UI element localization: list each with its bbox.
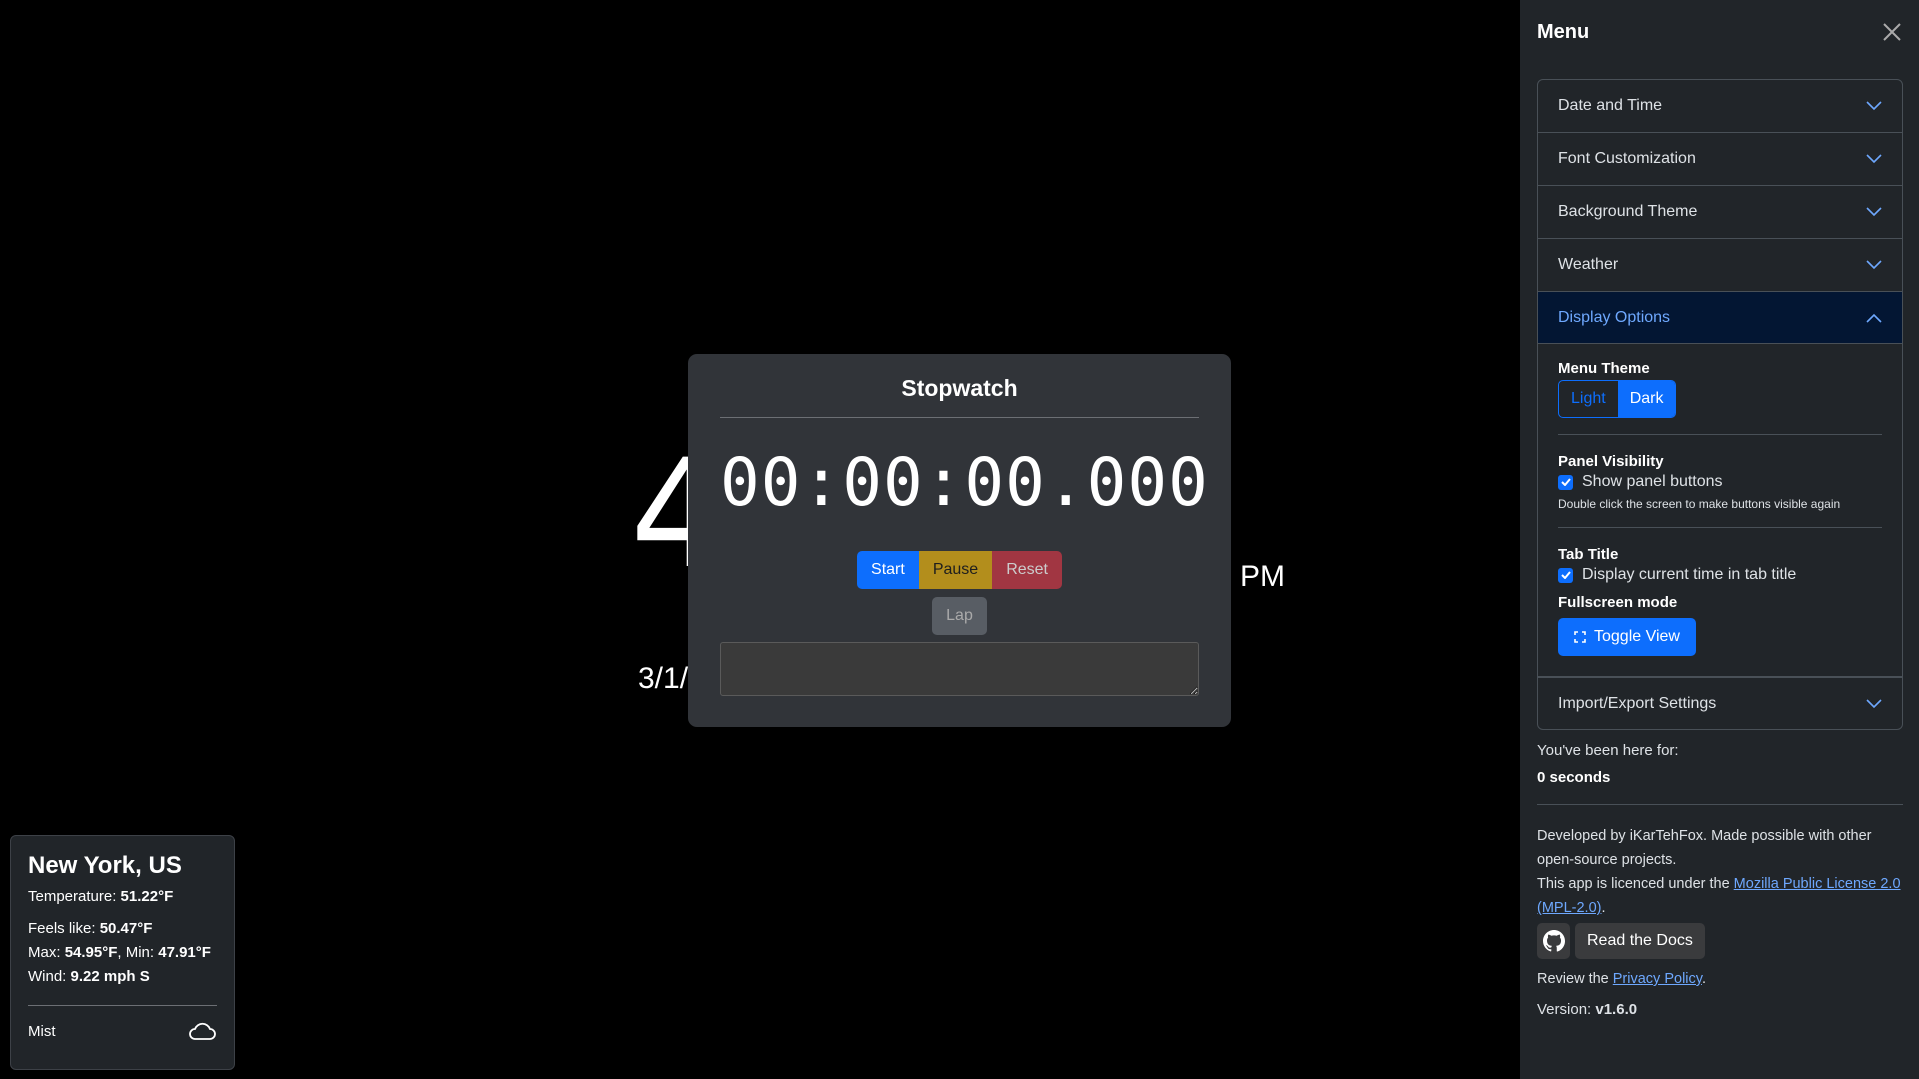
reset-button[interactable]: Reset	[992, 551, 1062, 589]
clock-date: 3/1/	[638, 662, 689, 695]
lap-button[interactable]: Lap	[932, 597, 987, 635]
theme-toggle: Light Dark	[1558, 380, 1677, 418]
tab-time-checkbox[interactable]: Display current time in tab title	[1558, 566, 1882, 584]
theme-light-button[interactable]: Light	[1559, 381, 1618, 417]
chevron-down-icon	[1866, 101, 1882, 111]
weather-city: New York, US	[28, 852, 182, 879]
feels-value: 50.47°F	[99, 920, 153, 937]
stopwatch-controls: Start Pause Reset	[720, 551, 1199, 589]
panel-visibility-label: Panel Visibility	[1558, 453, 1664, 470]
privacy-prefix: Review the	[1537, 971, 1613, 987]
time-here-label: You've been here for:	[1537, 742, 1679, 759]
section-label: Weather	[1558, 256, 1619, 273]
github-icon	[1542, 930, 1565, 952]
section-display-options[interactable]: Display Options	[1538, 292, 1902, 344]
developer-text: Developed by iKarTehFox. Made possible w…	[1537, 828, 1872, 868]
max-value: 54.95°F	[64, 944, 118, 961]
menu-panel: Menu Date and Time Font Customization Ba…	[1520, 0, 1919, 1079]
section-label: Background Theme	[1558, 203, 1698, 220]
privacy-suffix: .	[1701, 971, 1706, 987]
section-label: Display Options	[1558, 308, 1671, 326]
section-background[interactable]: Background Theme	[1538, 186, 1902, 238]
max-label: Max:	[28, 944, 65, 961]
toggle-view-label: Toggle View	[1594, 628, 1680, 645]
close-icon[interactable]	[1881, 21, 1903, 43]
pause-button[interactable]: Pause	[918, 551, 993, 589]
fullscreen-label: Fullscreen mode	[1558, 594, 1678, 611]
chevron-down-icon	[1866, 698, 1882, 708]
stopwatch-time: 00:00:00.000	[720, 444, 1209, 521]
chevron-up-icon	[1866, 313, 1882, 323]
chevron-down-icon	[1866, 207, 1882, 217]
cloud-icon	[189, 1022, 216, 1040]
license-prefix: This app is licenced under the	[1537, 876, 1734, 892]
section-label: Date and Time	[1558, 97, 1663, 114]
fullscreen-icon	[1574, 631, 1586, 643]
section-label: Import/Export Settings	[1558, 694, 1717, 712]
laps-textarea[interactable]	[720, 642, 1199, 696]
wind-label: Wind:	[28, 968, 71, 985]
menu-title: Menu	[1537, 20, 1590, 43]
checkbox-label: Display current time in tab title	[1582, 566, 1797, 583]
wind-value: 9.22 mph S	[70, 968, 150, 985]
menu-theme-label: Menu Theme	[1558, 360, 1650, 377]
privacy-link[interactable]: Privacy Policy	[1613, 971, 1702, 987]
show-panel-checkbox[interactable]: Show panel buttons	[1558, 473, 1882, 491]
checkbox-checked-icon[interactable]	[1558, 474, 1573, 490]
version-value: v1.6.0	[1595, 1001, 1638, 1018]
github-button[interactable]	[1537, 923, 1570, 959]
chevron-down-icon	[1866, 260, 1882, 270]
chevron-down-icon	[1866, 154, 1882, 164]
weather-condition: Mist	[28, 1022, 56, 1040]
time-here-value: 0 seconds	[1537, 769, 1611, 786]
checkbox-label: Show panel buttons	[1582, 473, 1723, 490]
stopwatch-modal: Stopwatch 00:00:00.000 Start Pause Reset…	[688, 354, 1231, 727]
license-suffix: .	[1601, 900, 1606, 916]
weather-card: New York, US Temperature: 51.22°F Feels …	[10, 835, 235, 1070]
min-value: 47.91°F	[158, 944, 211, 961]
section-label: Font Customization	[1558, 150, 1696, 167]
temp-label: Temperature:	[28, 888, 121, 905]
section-font[interactable]: Font Customization	[1538, 133, 1902, 185]
toggle-view-button[interactable]: Toggle View	[1558, 618, 1696, 656]
tab-title-label: Tab Title	[1558, 546, 1619, 563]
read-docs-button[interactable]: Read the Docs	[1575, 923, 1705, 959]
panel-hint: Double click the screen to make buttons …	[1558, 497, 1841, 511]
version-label: Version:	[1537, 1001, 1596, 1018]
start-button[interactable]: Start	[857, 551, 919, 589]
checkbox-checked-icon[interactable]	[1558, 567, 1573, 583]
temp-value: 51.22°F	[120, 888, 174, 905]
stopwatch-title: Stopwatch	[720, 354, 1199, 418]
section-date-time[interactable]: Date and Time	[1538, 80, 1902, 132]
section-weather[interactable]: Weather	[1538, 239, 1902, 291]
divider	[28, 1005, 217, 1006]
section-import-export[interactable]: Import/Export Settings	[1538, 677, 1902, 729]
clock-ampm: PM	[1240, 560, 1285, 593]
settings-accordion: Date and Time Font Customization Backgro…	[1537, 79, 1903, 730]
feels-label: Feels like:	[28, 920, 100, 937]
min-label: , Min:	[117, 944, 159, 961]
theme-dark-button[interactable]: Dark	[1617, 381, 1676, 417]
